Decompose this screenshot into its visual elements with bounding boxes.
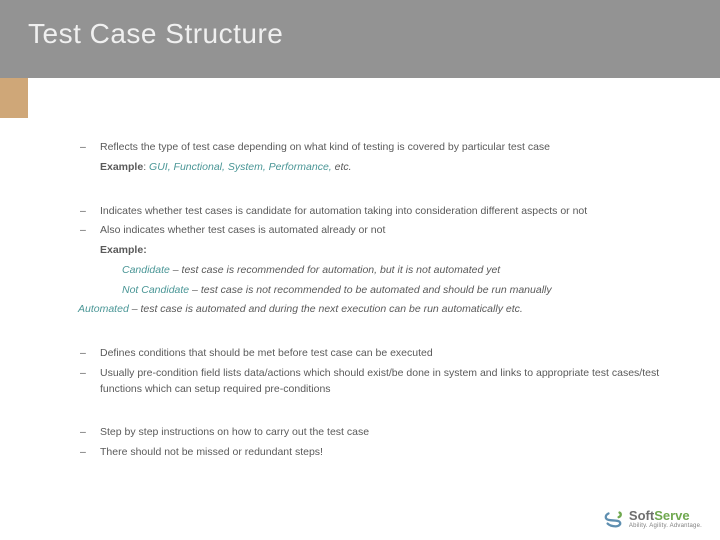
bullet-dash: – (78, 140, 100, 156)
bullet-line: –Usually pre-condition field lists data/… (78, 366, 680, 398)
text-line: Not Candidate – test case is not recomme… (78, 283, 680, 299)
page-title: Test Case Structure (28, 18, 283, 50)
bullet-text: Usually pre-condition field lists data/a… (100, 366, 680, 398)
bullet-text: Step by step instructions on how to carr… (100, 425, 680, 441)
bullet-dash: – (78, 346, 100, 362)
bullet-line: –Defines conditions that should be met b… (78, 346, 680, 362)
text-line: Example: (78, 243, 680, 259)
logo-name: SoftServe (629, 509, 702, 522)
content-group: –Defines conditions that should be met b… (78, 346, 680, 397)
bullet-text: There should not be missed or redundant … (100, 445, 680, 461)
content-area: –Reflects the type of test case dependin… (78, 140, 680, 489)
bullet-dash: – (78, 425, 100, 441)
logo-icon (603, 508, 625, 530)
bullet-line: –Also indicates whether test cases is au… (78, 223, 680, 239)
bullet-text: Indicates whether test cases is candidat… (100, 204, 680, 220)
content-group: –Step by step instructions on how to car… (78, 425, 680, 461)
text-line: Candidate – test case is recommended for… (78, 263, 680, 279)
bullet-text: Defines conditions that should be met be… (100, 346, 680, 362)
bullet-line: –Step by step instructions on how to car… (78, 425, 680, 441)
accent-block (0, 78, 28, 118)
content-group: –Reflects the type of test case dependin… (78, 140, 680, 176)
bullet-dash: – (78, 445, 100, 461)
bullet-text: Reflects the type of test case depending… (100, 140, 680, 156)
header-bar: Test Case Structure (0, 0, 720, 78)
bullet-dash: – (78, 204, 100, 220)
text-line: Automated – test case is automated and d… (78, 302, 680, 318)
bullet-dash: – (78, 223, 100, 239)
bullet-line: –Reflects the type of test case dependin… (78, 140, 680, 156)
bullet-dash: – (78, 366, 100, 398)
bullet-line: –Indicates whether test cases is candida… (78, 204, 680, 220)
bullet-text: Also indicates whether test cases is aut… (100, 223, 680, 239)
logo-tagline: Ability. Agility. Advantage. (629, 523, 702, 529)
brand-logo: SoftServe Ability. Agility. Advantage. (603, 508, 702, 530)
logo-text: SoftServe Ability. Agility. Advantage. (629, 509, 702, 529)
text-line: Example: GUI, Functional, System, Perfor… (78, 160, 680, 176)
content-group: –Indicates whether test cases is candida… (78, 204, 680, 319)
bullet-line: –There should not be missed or redundant… (78, 445, 680, 461)
